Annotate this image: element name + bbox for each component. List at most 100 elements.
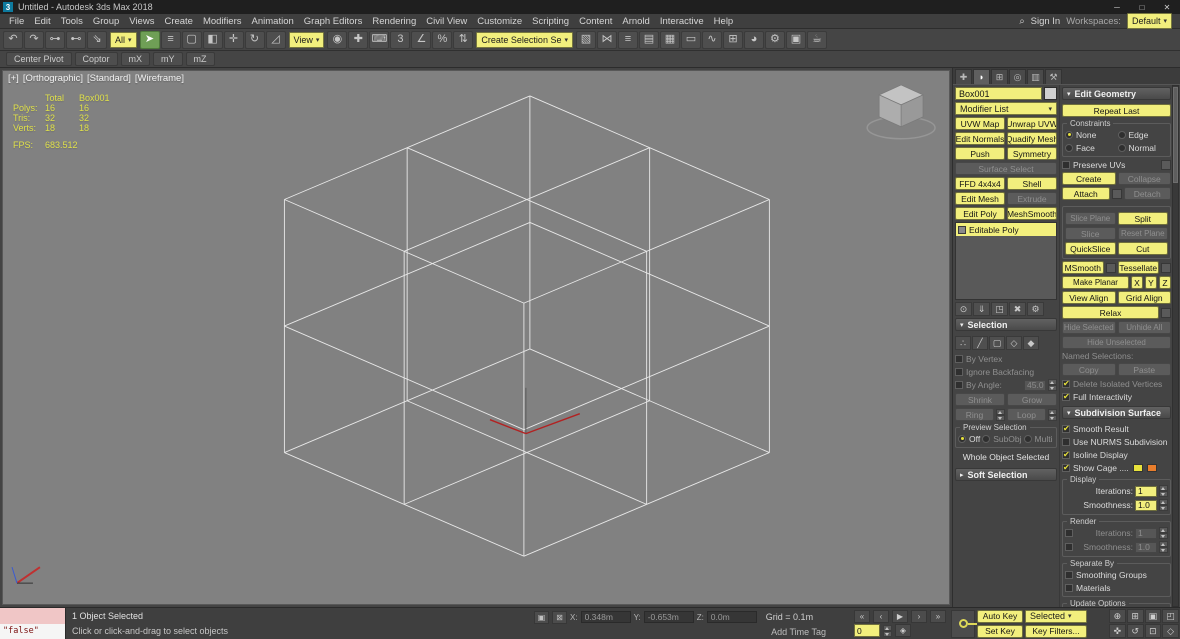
undo-icon[interactable]: ↶ bbox=[3, 30, 23, 49]
unlink-selection-icon[interactable]: ⊷ bbox=[66, 30, 86, 49]
by-angle-checkbox[interactable]: By Angle: bbox=[955, 380, 1022, 391]
transform-gizmo[interactable] bbox=[489, 387, 581, 435]
show-end-result-icon[interactable]: ⇓ bbox=[973, 302, 990, 316]
reference-coordinate-dropdown[interactable]: View bbox=[288, 31, 325, 48]
mirror-icon[interactable]: ⋈ bbox=[596, 30, 617, 49]
select-and-manipulate-icon[interactable]: ✚ bbox=[348, 30, 369, 49]
view-align-button[interactable]: View Align bbox=[1062, 291, 1116, 304]
menu-item[interactable]: Edit bbox=[29, 14, 55, 28]
rendered-frame-window-icon[interactable]: ▣ bbox=[785, 30, 806, 49]
menu-item[interactable]: Graph Editors bbox=[299, 14, 368, 28]
pin-stack-icon[interactable]: ⊙ bbox=[955, 302, 972, 316]
angle-snap-toggle-icon[interactable]: ∠ bbox=[411, 30, 432, 49]
listener-pane[interactable]: "false" bbox=[0, 623, 65, 639]
toggle-scene-explorer-icon[interactable]: ▤ bbox=[638, 30, 659, 49]
subdivision-checkbox[interactable]: Use NURMS Subdivision bbox=[1062, 436, 1171, 447]
display-smoothness-spinner[interactable] bbox=[1159, 499, 1168, 511]
make-planar-z-button[interactable]: Z bbox=[1159, 276, 1171, 289]
bind-to-space-warp-icon[interactable]: ⇘ bbox=[87, 30, 107, 49]
subdivision-surface-rollout-header[interactable]: Subdivision Surface bbox=[1062, 406, 1171, 419]
modifier-button[interactable]: FFD 4x4x4 bbox=[955, 177, 1005, 190]
sign-in-button[interactable]: Sign In bbox=[1031, 16, 1061, 27]
coordinate-z-field[interactable]: 0.0m bbox=[706, 611, 757, 623]
polygon-mode-icon[interactable]: ◇ bbox=[1006, 336, 1022, 350]
zoom-region-icon[interactable]: ◰ bbox=[1162, 609, 1179, 623]
menu-item[interactable]: Create bbox=[159, 14, 198, 28]
maximize-viewport-icon[interactable]: ⊡ bbox=[1144, 624, 1162, 638]
selection-rollout-header[interactable]: Selection bbox=[955, 318, 1057, 331]
key-mode-dropdown[interactable]: Selected bbox=[1025, 609, 1087, 623]
preview-subobj-radio[interactable]: SubObj bbox=[982, 433, 1022, 444]
select-and-scale-icon[interactable]: ◿ bbox=[265, 30, 286, 49]
vertex-mode-icon[interactable]: ∴ bbox=[955, 336, 971, 350]
remove-modifier-icon[interactable]: ✖ bbox=[1009, 302, 1026, 316]
menu-item[interactable]: Tools bbox=[56, 14, 88, 28]
orbit-icon[interactable]: ↺ bbox=[1126, 624, 1144, 638]
coordinate-x-field[interactable]: 0.348m bbox=[580, 611, 631, 623]
spinner-snap-toggle-icon[interactable]: ⇅ bbox=[453, 30, 474, 49]
menu-item[interactable]: Content bbox=[574, 14, 617, 28]
menu-item[interactable]: Group bbox=[88, 14, 124, 28]
menu-item[interactable]: Arnold bbox=[617, 14, 654, 28]
use-pivot-point-center-icon[interactable]: ◉ bbox=[327, 30, 348, 49]
object-name-field[interactable]: Box001 bbox=[955, 87, 1042, 100]
cage-selected-color-swatch[interactable] bbox=[1146, 463, 1157, 472]
menu-item[interactable]: Help bbox=[709, 14, 739, 28]
tab-motion[interactable]: ◎ bbox=[1009, 69, 1026, 84]
stack-item[interactable]: Editable Poly bbox=[956, 223, 1056, 236]
display-iterations-field[interactable]: 1 bbox=[1135, 485, 1157, 497]
viewport-shading-menu[interactable]: [Wireframe] bbox=[135, 73, 184, 84]
coordinate-y-field[interactable]: -0.653m bbox=[643, 611, 694, 623]
render-production-icon[interactable]: ☕ bbox=[806, 30, 827, 49]
snaps-toggle-3d-icon[interactable]: 3 bbox=[390, 30, 411, 49]
maximize-button[interactable]: □ bbox=[1132, 1, 1152, 14]
select-object-icon[interactable]: ➤ bbox=[139, 30, 160, 49]
delete-isolated-vertices-checkbox[interactable]: Delete Isolated Vertices bbox=[1062, 378, 1171, 389]
modifier-button[interactable]: Push bbox=[955, 147, 1005, 160]
split-button[interactable]: Split bbox=[1117, 212, 1168, 225]
search-icon[interactable]: ⌕ bbox=[1019, 16, 1024, 27]
scrollbar-thumb[interactable] bbox=[1173, 87, 1178, 183]
play-icon[interactable]: ▶ bbox=[892, 609, 908, 623]
full-interactivity-checkbox[interactable]: Full Interactivity bbox=[1062, 391, 1171, 402]
tab-utilities[interactable]: ⚒ bbox=[1045, 69, 1062, 84]
msmooth-button[interactable]: MSmooth bbox=[1062, 261, 1104, 274]
modifier-button[interactable]: Symmetry bbox=[1007, 147, 1057, 160]
zoom-extents-icon[interactable]: ▣ bbox=[1144, 609, 1162, 623]
relax-settings-button[interactable] bbox=[1161, 307, 1171, 318]
render-iterations-checkbox[interactable] bbox=[1065, 529, 1073, 537]
go-to-end-icon[interactable]: » bbox=[930, 609, 946, 623]
pan-icon[interactable]: ✜ bbox=[1109, 624, 1126, 638]
custom-toolbar-button[interactable]: Center Pivot bbox=[6, 52, 72, 66]
material-editor-icon[interactable]: ◕ bbox=[743, 30, 764, 49]
render-smoothness-checkbox[interactable] bbox=[1065, 543, 1073, 551]
menu-item[interactable]: File bbox=[4, 14, 29, 28]
subdivision-checkbox[interactable]: Isoline Display bbox=[1062, 449, 1171, 460]
constraint-radio[interactable]: Edge bbox=[1117, 129, 1169, 140]
repeat-last-button[interactable]: Repeat Last bbox=[1062, 104, 1171, 117]
rectangular-selection-region-icon[interactable]: ▢ bbox=[181, 30, 202, 49]
tessellate-button[interactable]: Tessellate bbox=[1117, 261, 1159, 274]
soft-selection-rollout-header[interactable]: Soft Selection bbox=[955, 468, 1057, 481]
tab-create[interactable]: ✚ bbox=[955, 69, 972, 84]
quickslice-button[interactable]: QuickSlice bbox=[1065, 242, 1116, 255]
isolate-selection-toggle-icon[interactable]: ▣ bbox=[534, 610, 549, 624]
toggle-ribbon-icon[interactable]: ▭ bbox=[680, 30, 701, 49]
create-button[interactable]: Create bbox=[1062, 172, 1116, 185]
separate-by-checkbox[interactable]: Materials bbox=[1065, 582, 1168, 593]
edge-mode-icon[interactable]: ╱ bbox=[972, 336, 988, 350]
field-of-view-icon[interactable]: ◇ bbox=[1162, 624, 1179, 638]
display-smoothness-field[interactable]: 1.0 bbox=[1135, 499, 1157, 511]
custom-toolbar-button[interactable]: mY bbox=[153, 52, 183, 66]
next-frame-icon[interactable]: › bbox=[911, 609, 927, 623]
percent-snap-toggle-icon[interactable]: % bbox=[432, 30, 453, 49]
by-vertex-checkbox[interactable]: By Vertex bbox=[955, 353, 1057, 364]
border-mode-icon[interactable]: ▢ bbox=[989, 336, 1005, 350]
add-time-tag-button[interactable]: Add Time Tag bbox=[771, 627, 826, 637]
set-key-button[interactable]: Set Key bbox=[977, 624, 1023, 638]
attach-button[interactable]: Attach bbox=[1062, 187, 1110, 200]
cage-color-swatch[interactable] bbox=[1132, 463, 1143, 472]
menu-item[interactable]: Animation bbox=[247, 14, 299, 28]
tessellate-settings-button[interactable] bbox=[1161, 262, 1171, 273]
viewcube[interactable] bbox=[866, 84, 936, 140]
